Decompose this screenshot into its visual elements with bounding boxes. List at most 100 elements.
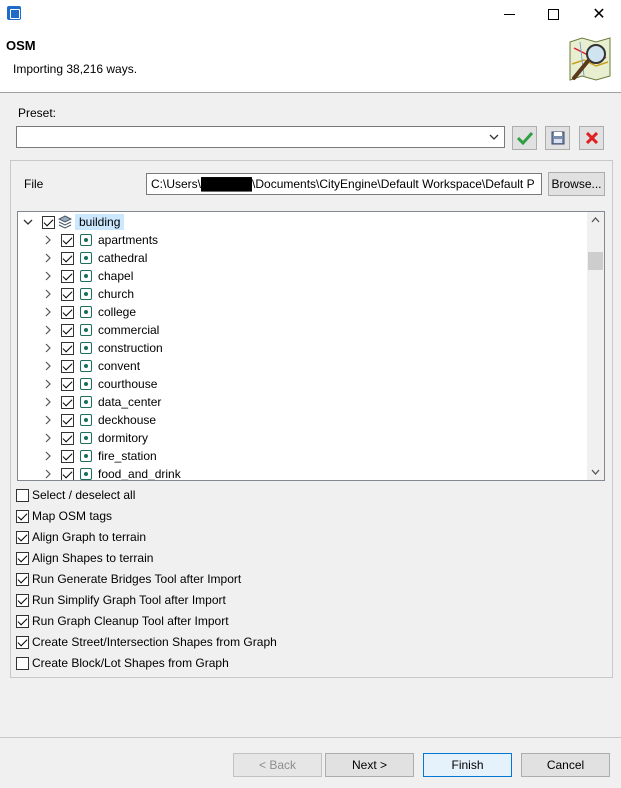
option-checkbox[interactable] bbox=[16, 531, 29, 544]
save-preset-button[interactable] bbox=[545, 126, 570, 150]
checkmark-icon bbox=[516, 131, 533, 145]
chevron-right-icon[interactable] bbox=[43, 325, 53, 335]
cancel-button[interactable]: Cancel bbox=[521, 753, 610, 777]
tree-item-checkbox[interactable] bbox=[61, 450, 74, 463]
button-bar-separator bbox=[0, 737, 621, 738]
tree-item[interactable]: deckhouse bbox=[18, 411, 588, 429]
tree-item-checkbox[interactable] bbox=[61, 414, 74, 427]
back-button[interactable]: < Back bbox=[233, 753, 322, 777]
chevron-right-icon[interactable] bbox=[43, 307, 53, 317]
tree-item-checkbox[interactable] bbox=[61, 396, 74, 409]
preset-label: Preset: bbox=[18, 106, 57, 120]
tree-item[interactable]: courthouse bbox=[18, 375, 588, 393]
tree-item-checkbox[interactable] bbox=[61, 360, 74, 373]
option-checkbox[interactable] bbox=[16, 552, 29, 565]
tree-item[interactable]: cathedral bbox=[18, 249, 588, 267]
option-checkbox[interactable] bbox=[16, 615, 29, 628]
scroll-down-icon[interactable] bbox=[591, 467, 600, 476]
option-label: Run Simplify Graph Tool after Import bbox=[32, 593, 226, 607]
chevron-right-icon[interactable] bbox=[43, 289, 53, 299]
rule-node-icon bbox=[80, 396, 92, 408]
option-checkbox[interactable] bbox=[16, 489, 29, 502]
tree-item-checkbox[interactable] bbox=[61, 432, 74, 445]
scrollbar-thumb[interactable] bbox=[588, 252, 603, 270]
tree-item[interactable]: college bbox=[18, 303, 588, 321]
tree-item-label: college bbox=[98, 305, 137, 319]
option-checkbox[interactable] bbox=[16, 594, 29, 607]
rule-node-icon bbox=[80, 414, 92, 426]
next-button[interactable]: Next > bbox=[325, 753, 414, 777]
tree-item[interactable]: food_and_drink bbox=[18, 465, 588, 480]
preset-dropdown[interactable] bbox=[16, 126, 505, 148]
rule-node-icon bbox=[80, 234, 92, 246]
tree-item-checkbox[interactable] bbox=[61, 342, 74, 355]
option-label: Align Shapes to terrain bbox=[32, 551, 154, 565]
page-title: OSM bbox=[6, 38, 36, 53]
option-label: Create Street/Intersection Shapes from G… bbox=[32, 635, 277, 649]
tree-item-label: commercial bbox=[98, 323, 160, 337]
tree-item-checkbox[interactable] bbox=[61, 378, 74, 391]
file-label: File bbox=[24, 177, 44, 191]
chevron-right-icon[interactable] bbox=[43, 361, 53, 371]
chevron-right-icon[interactable] bbox=[43, 415, 53, 425]
tree-item-checkbox[interactable] bbox=[61, 306, 74, 319]
file-path-field[interactable]: C:\Users\██████\Documents\CityEngine\Def… bbox=[146, 173, 542, 195]
tree-item[interactable]: construction bbox=[18, 339, 588, 357]
tree-item[interactable]: apartments bbox=[18, 231, 588, 249]
apply-preset-button[interactable] bbox=[512, 126, 537, 150]
tree-item[interactable]: church bbox=[18, 285, 588, 303]
page-description: Importing 38,216 ways. bbox=[13, 62, 138, 76]
chevron-right-icon[interactable] bbox=[43, 379, 53, 389]
chevron-right-icon[interactable] bbox=[43, 235, 53, 245]
osm-logo-icon bbox=[569, 37, 611, 81]
chevron-right-icon[interactable] bbox=[43, 343, 53, 353]
tree-item[interactable]: fire_station bbox=[18, 447, 588, 465]
option-checkbox[interactable] bbox=[16, 636, 29, 649]
tree-item-checkbox[interactable] bbox=[61, 288, 74, 301]
delete-icon bbox=[585, 132, 598, 144]
maximize-icon bbox=[547, 8, 559, 20]
chevron-right-icon[interactable] bbox=[43, 469, 53, 479]
tree-item[interactable]: dormitory bbox=[18, 429, 588, 447]
option-checkbox[interactable] bbox=[16, 573, 29, 586]
option-checkbox[interactable] bbox=[16, 510, 29, 523]
tree-item[interactable]: data_center bbox=[18, 393, 588, 411]
tree-item-label: chapel bbox=[98, 269, 134, 283]
tree-item[interactable]: convent bbox=[18, 357, 588, 375]
delete-preset-button[interactable] bbox=[579, 126, 604, 150]
tree-item-checkbox[interactable] bbox=[61, 252, 74, 265]
minimize-button[interactable] bbox=[487, 0, 531, 28]
tree-item-checkbox[interactable] bbox=[61, 270, 74, 283]
close-icon: ✕ bbox=[592, 6, 606, 23]
tree-item[interactable]: commercial bbox=[18, 321, 588, 339]
option-label: Map OSM tags bbox=[32, 509, 113, 523]
layer-tree[interactable]: building apartments cathedral chapel church… bbox=[17, 211, 605, 481]
tree-item-checkbox[interactable] bbox=[61, 234, 74, 247]
rule-node-icon bbox=[80, 288, 92, 300]
tree-item-label: convent bbox=[98, 359, 141, 373]
chevron-right-icon[interactable] bbox=[43, 451, 53, 461]
tree-item[interactable]: chapel bbox=[18, 267, 588, 285]
tree-root-checkbox[interactable] bbox=[42, 216, 55, 229]
tree-scrollbar[interactable] bbox=[587, 212, 604, 480]
tree-item-checkbox[interactable] bbox=[61, 468, 74, 480]
chevron-right-icon[interactable] bbox=[43, 433, 53, 443]
browse-button[interactable]: Browse... bbox=[548, 172, 605, 196]
rule-node-icon bbox=[80, 432, 92, 444]
tree-item-label: data_center bbox=[98, 395, 162, 409]
chevron-down-icon bbox=[489, 134, 499, 140]
chevron-down-icon[interactable] bbox=[23, 217, 33, 227]
option-label: Select / deselect all bbox=[32, 488, 136, 502]
chevron-right-icon[interactable] bbox=[43, 271, 53, 281]
tree-item-label: apartments bbox=[98, 233, 159, 247]
maximize-button[interactable] bbox=[531, 0, 575, 28]
chevron-right-icon[interactable] bbox=[43, 397, 53, 407]
tree-root-row[interactable]: building bbox=[18, 213, 588, 231]
tree-item-checkbox[interactable] bbox=[61, 324, 74, 337]
finish-button[interactable]: Finish bbox=[423, 753, 512, 777]
close-button[interactable]: ✕ bbox=[577, 0, 621, 28]
scroll-up-icon[interactable] bbox=[591, 216, 600, 225]
rule-node-icon bbox=[80, 360, 92, 372]
chevron-right-icon[interactable] bbox=[43, 253, 53, 263]
option-checkbox[interactable] bbox=[16, 657, 29, 670]
